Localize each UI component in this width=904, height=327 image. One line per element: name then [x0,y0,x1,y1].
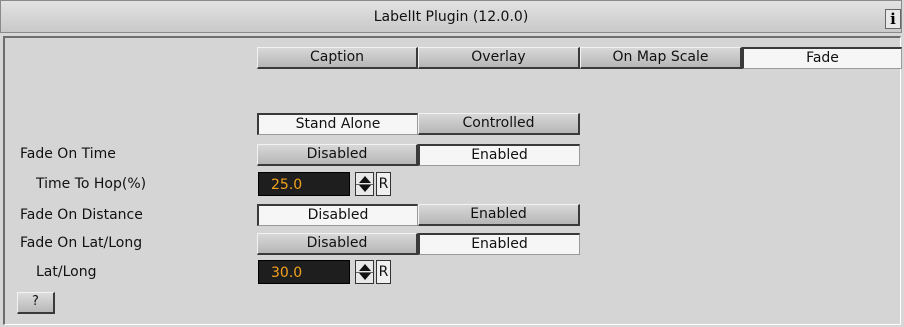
fade-on-distance-enabled-button[interactable]: Enabled [418,204,580,226]
stand-alone-button[interactable]: Stand Alone [257,113,418,135]
lat-long-input[interactable]: 30.0 [258,260,350,284]
info-button[interactable]: i [885,9,901,29]
time-to-hop-input[interactable]: 25.0 [258,172,350,196]
time-to-hop-label: Time To Hop(%) [36,176,147,192]
controlled-button[interactable]: Controlled [418,113,580,135]
fade-on-latlong-enabled-button[interactable]: Enabled [418,233,580,255]
help-button[interactable]: ? [17,292,55,314]
tab-on-map-scale[interactable]: On Map Scale [580,47,742,69]
lat-long-reset-button[interactable]: R [376,260,391,284]
fade-on-distance-label: Fade On Distance [20,207,143,223]
fade-on-latlong-label: Fade On Lat/Long [20,235,143,251]
spin-up-icon[interactable] [359,176,371,183]
lat-long-label: Lat/Long [36,264,97,280]
title-bar: LabelIt Plugin (12.0.0) i [0,0,902,33]
window-title: LabelIt Plugin (12.0.0) [373,9,529,25]
time-to-hop-reset-button[interactable]: R [376,172,391,196]
fade-on-time-label: Fade On Time [20,146,116,162]
spin-down-icon[interactable] [359,185,371,192]
spin-down-icon[interactable] [359,273,371,280]
fade-on-time-enabled-button[interactable]: Enabled [418,144,580,166]
fade-on-time-disabled-button[interactable]: Disabled [257,144,418,166]
fade-on-distance-disabled-button[interactable]: Disabled [257,204,418,226]
tab-overlay[interactable]: Overlay [418,47,580,69]
fade-on-latlong-disabled-button[interactable]: Disabled [257,233,418,255]
lat-long-spinner[interactable] [355,260,374,284]
tab-fade[interactable]: Fade [742,47,902,69]
tab-caption[interactable]: Caption [257,47,418,69]
spin-up-icon[interactable] [359,264,371,271]
time-to-hop-spinner[interactable] [355,172,374,196]
